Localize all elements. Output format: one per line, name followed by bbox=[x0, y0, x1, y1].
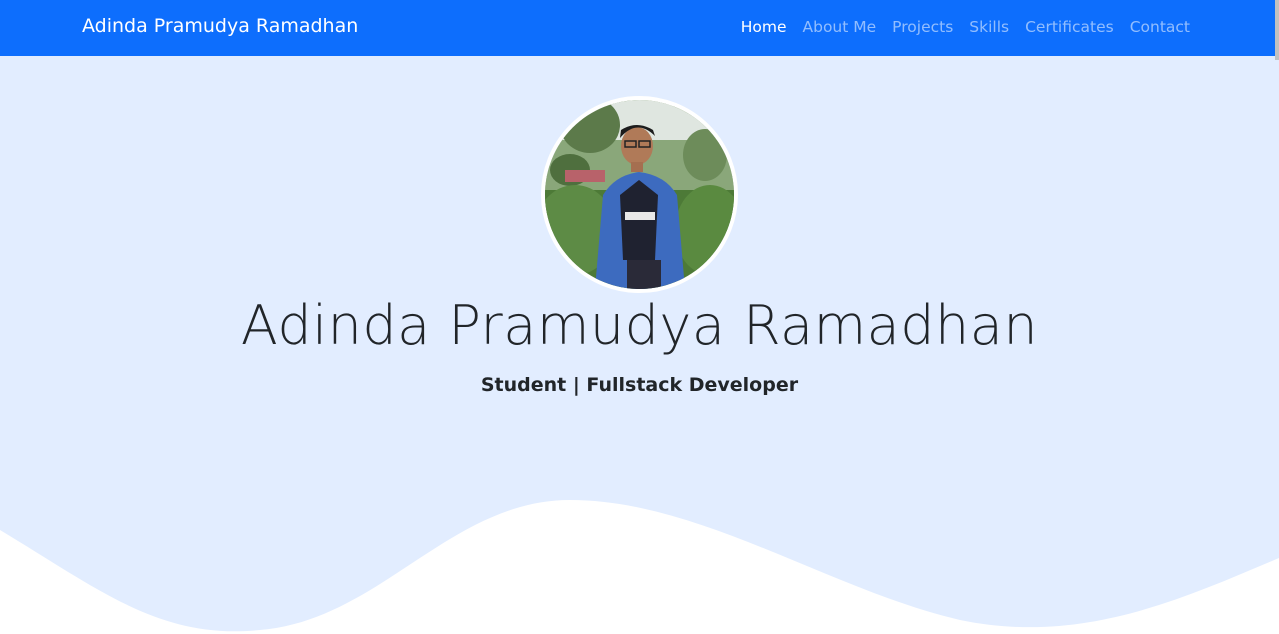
scrollbar[interactable] bbox=[1275, 0, 1279, 60]
nav-link-about-me[interactable]: About Me bbox=[803, 18, 877, 36]
hero-tagline: Student | Fullstack Developer bbox=[480, 374, 799, 396]
profile-photo bbox=[541, 96, 738, 293]
nav-link-contact[interactable]: Contact bbox=[1130, 18, 1190, 36]
page: Adinda Pramudya Ramadhan Home About Me P… bbox=[0, 0, 1279, 634]
navbar: Adinda Pramudya Ramadhan Home About Me P… bbox=[0, 0, 1279, 56]
wave-divider bbox=[0, 500, 1279, 634]
navbar-brand[interactable]: Adinda Pramudya Ramadhan bbox=[82, 15, 358, 37]
nav-link-projects[interactable]: Projects bbox=[892, 18, 953, 36]
nav-menu: Home About Me Projects Skills Certificat… bbox=[741, 17, 1190, 36]
nav-link-certificates[interactable]: Certificates bbox=[1025, 18, 1114, 36]
hero-name: Adinda Pramudya Ramadhan bbox=[240, 294, 1039, 357]
nav-link-skills[interactable]: Skills bbox=[969, 18, 1009, 36]
nav-link-home[interactable]: Home bbox=[741, 18, 787, 36]
